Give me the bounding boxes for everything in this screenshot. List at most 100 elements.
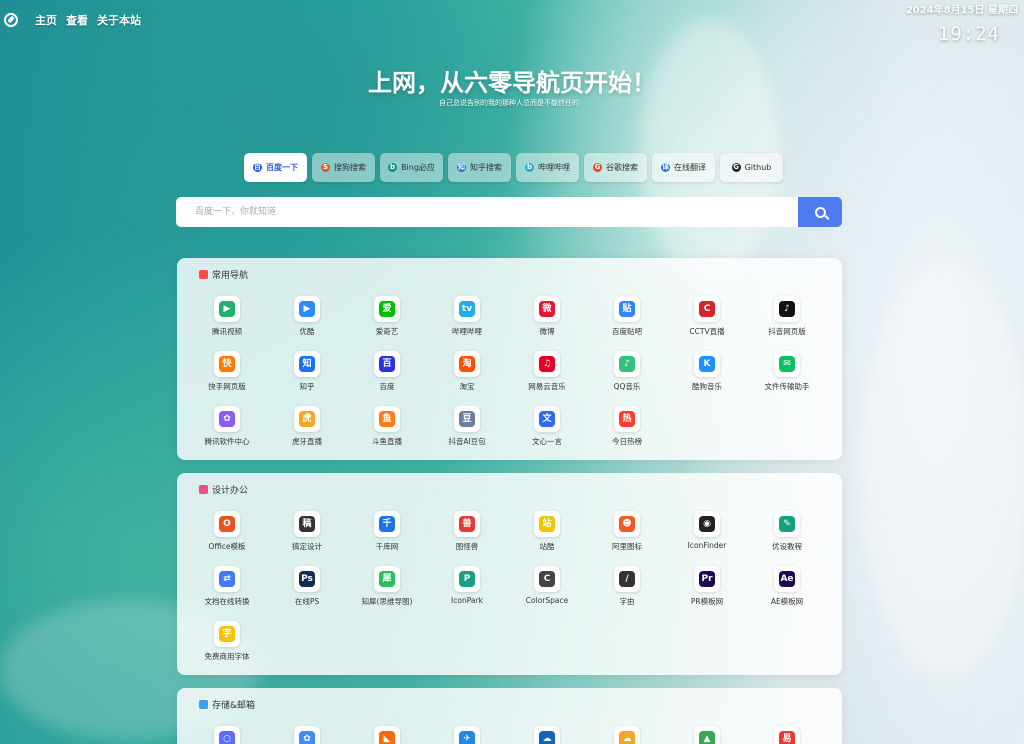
site-link[interactable]: Ae AE模板网 — [747, 566, 827, 607]
site-link[interactable]: ○ — [187, 726, 267, 744]
site-label: 快手网页版 — [208, 382, 246, 391]
site-icon-frame: ✿ — [294, 726, 320, 744]
site-icon-frame: tv — [454, 296, 480, 322]
bilibili-icon: tv — [459, 301, 475, 317]
site-link[interactable]: C ColorSpace — [507, 566, 587, 605]
site-link[interactable]: 微微博 — [507, 296, 587, 337]
site-link[interactable]: ✿ — [267, 726, 347, 744]
engine-tab-6[interactable]: 译在线翻译 — [652, 153, 715, 182]
site-link[interactable]: 虎虎牙直播 — [267, 406, 347, 447]
zcool-icon: 站 — [539, 516, 555, 532]
iconfinder-icon: ◉ — [699, 516, 715, 532]
qianku-icon: 千 — [379, 516, 395, 532]
nav-link-view[interactable]: 查看 — [66, 12, 88, 28]
site-label: 淘宝 — [459, 382, 475, 391]
site-icon-frame: 文 — [534, 406, 560, 432]
storage-6-icon: ☁ — [619, 731, 635, 744]
site-link[interactable]: 易 — [747, 726, 827, 744]
site-link[interactable]: P IconPark — [427, 566, 507, 605]
site-link[interactable]: 文文心一言 — [507, 406, 587, 447]
site-link[interactable]: / 字由 — [587, 566, 667, 607]
site-label: 抖音网页版 — [768, 327, 806, 336]
site-link[interactable]: 豆抖音AI豆包 — [427, 406, 507, 447]
nav-link-home[interactable]: 主页 — [35, 12, 57, 28]
site-icon-frame: ♪ — [774, 296, 800, 322]
site-link[interactable]: ☻ 阿里图标 — [587, 511, 667, 552]
site-icon-frame: 微 — [534, 296, 560, 322]
site-link[interactable]: ▶ 腾讯视频 — [187, 296, 267, 337]
site-link[interactable]: 兽图怪兽 — [427, 511, 507, 552]
site-link[interactable]: Pr PR模板网 — [667, 566, 747, 607]
site-link[interactable]: ◣ — [347, 726, 427, 744]
site-link[interactable]: C CCTV直播 — [667, 296, 747, 337]
section-title-text: 设计办公 — [212, 486, 249, 496]
site-label: 文档在线转换 — [204, 597, 250, 606]
site-link[interactable]: ♪ 抖音网页版 — [747, 296, 827, 337]
site-link[interactable]: ♪ QQ音乐 — [587, 351, 667, 392]
site-link[interactable]: 快快手网页版 — [187, 351, 267, 392]
site-link[interactable]: ♫ 网易云音乐 — [507, 351, 587, 392]
site-icon-frame: ✎ — [774, 511, 800, 537]
site-link[interactable]: 字免费商用字体 — [187, 621, 267, 662]
cloud-icon — [199, 700, 208, 709]
site-link[interactable]: 贴百度贴吧 — [587, 296, 667, 337]
site-icon-frame: ☁ — [614, 726, 640, 744]
clock: 2024年8月15日 星期四 19:24 — [906, 0, 1018, 45]
site-link[interactable]: 千千库网 — [347, 511, 427, 552]
site-label: AE模板网 — [770, 597, 804, 606]
site-link[interactable]: K 酷狗音乐 — [667, 351, 747, 392]
site-label: 斗鱼直播 — [372, 437, 402, 446]
site-link[interactable]: tv 哔哩哔哩 — [427, 296, 507, 337]
wave-foam — [860, 260, 1024, 680]
section-common-nav: 常用导航 ▶ 腾讯视频 ▶ 优酷爱爱奇艺 tv 哔哩哔哩微微博贴百度贴吧 C CCTV直播 ♪ 抖音… — [177, 258, 842, 460]
site-link[interactable]: ▲ — [667, 726, 747, 744]
section-design-office: 设计办公 O Office模板稿搞定设计千千库网兽图怪兽站站酷 ☻ 阿里图标 ◉ IconF… — [177, 473, 842, 675]
site-label: 搞定设计 — [292, 542, 322, 551]
engine-tab-5[interactable]: G 谷歌搜索 — [584, 153, 647, 182]
storage-5-icon: ☁ — [539, 731, 555, 744]
site-link[interactable]: 稿搞定设计 — [267, 511, 347, 552]
site-link[interactable]: ☁ — [507, 726, 587, 744]
site-link[interactable]: 犀知犀(思维导图) — [347, 566, 427, 607]
youku-icon: ▶ — [299, 301, 315, 317]
site-link[interactable]: ✈ — [427, 726, 507, 744]
site-link[interactable]: ☁ — [587, 726, 667, 744]
compass-logo-icon[interactable] — [4, 13, 18, 27]
search-icon — [814, 206, 826, 218]
engine-tab-3[interactable]: 知知乎搜索 — [448, 153, 511, 182]
site-link[interactable]: O Office模板 — [187, 511, 267, 552]
site-link[interactable]: ⇄ 文档在线转换 — [187, 566, 267, 607]
site-label: 千库网 — [375, 542, 399, 551]
site-link[interactable]: 鱼斗鱼直播 — [347, 406, 427, 447]
search-button[interactable] — [798, 197, 842, 227]
site-link[interactable]: ✎ 优设教程 — [747, 511, 827, 552]
engine-tab-2[interactable]: b Bing必应 — [380, 153, 443, 182]
engine-tab-1[interactable]: S 搜狗搜索 — [312, 153, 375, 182]
iqiyi-icon: 爱 — [379, 301, 395, 317]
engine-tab-label: 搜狗搜索 — [334, 163, 366, 172]
site-link[interactable]: ◉ IconFinder — [667, 511, 747, 550]
github-icon: G — [731, 163, 741, 172]
engine-tab-0[interactable]: 百百度一下 — [244, 153, 307, 182]
engine-tab-7[interactable]: G Github — [720, 153, 783, 182]
weibo-icon: 微 — [539, 301, 555, 317]
site-link[interactable]: 站站酷 — [507, 511, 587, 552]
site-link[interactable]: 百百度 — [347, 351, 427, 392]
site-link[interactable]: 热今日热榜 — [587, 406, 667, 447]
zhihu-icon: 知 — [299, 356, 315, 372]
site-link[interactable]: ✿ 腾讯软件中心 — [187, 406, 267, 447]
section-title: 设计办公 — [199, 483, 248, 496]
engine-tab-label: Github — [744, 163, 772, 172]
engine-tab-4[interactable]: b 哔哩哔哩 — [516, 153, 579, 182]
site-link[interactable]: Ps 在线PS — [267, 566, 347, 607]
site-icon-frame: ☻ — [614, 511, 640, 537]
nav-link-about[interactable]: 关于本站 — [97, 12, 141, 28]
site-link[interactable]: ✉ 文件传输助手 — [747, 351, 827, 392]
site-link[interactable]: ▶ 优酷 — [267, 296, 347, 337]
site-link[interactable]: 爱爱奇艺 — [347, 296, 427, 337]
site-link[interactable]: 淘淘宝 — [427, 351, 507, 392]
site-label: CCTV直播 — [689, 327, 725, 336]
site-icon-frame: ○ — [214, 726, 240, 744]
search-input[interactable] — [176, 197, 798, 227]
site-link[interactable]: 知知乎 — [267, 351, 347, 392]
